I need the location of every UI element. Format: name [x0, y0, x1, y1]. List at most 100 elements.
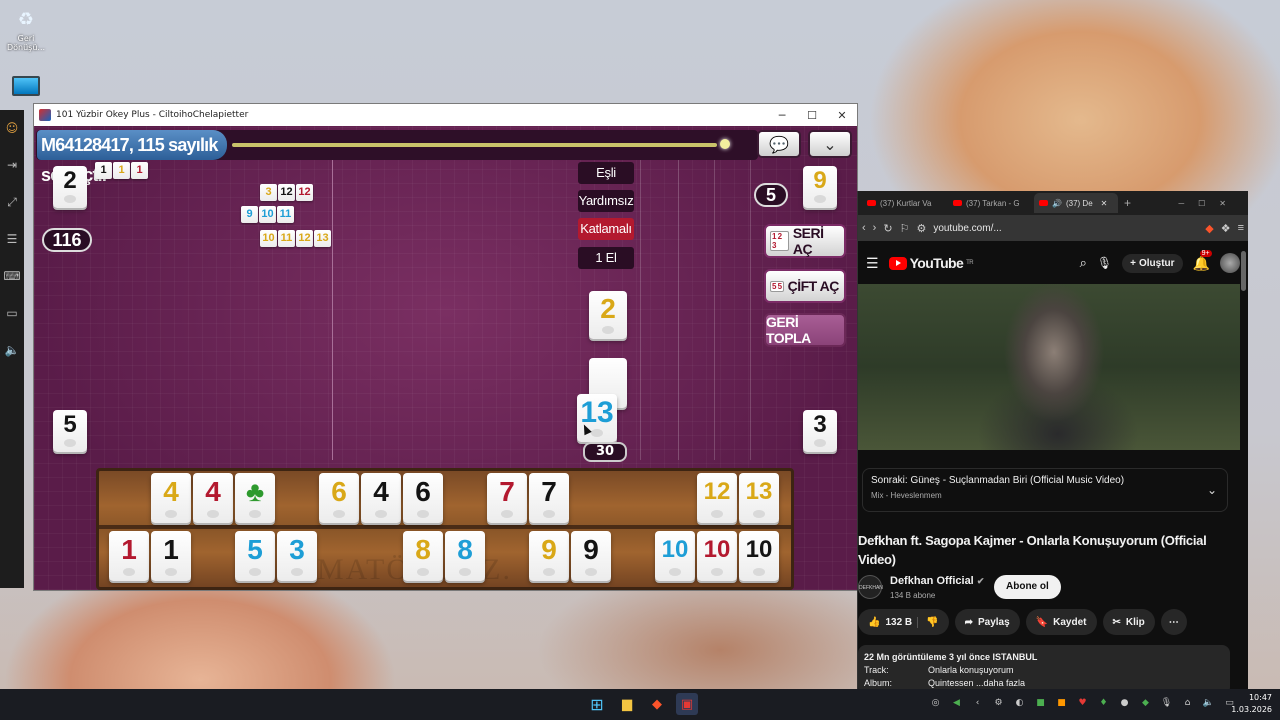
- rack-tile[interactable]: 4: [361, 473, 401, 523]
- rack-tile[interactable]: 5: [235, 531, 275, 581]
- chat-button[interactable]: 💬: [757, 130, 801, 158]
- close-tab-icon[interactable]: ✕: [1101, 199, 1108, 208]
- channel-avatar[interactable]: DEFKHAN: [858, 575, 883, 599]
- new-tab-button[interactable]: +: [1124, 196, 1131, 210]
- label-icon[interactable]: ▭: [4, 305, 20, 321]
- tray-app-icon[interactable]: ■: [1055, 697, 1068, 710]
- dragged-tile[interactable]: 13: [577, 394, 617, 442]
- brave-shield-icon[interactable]: ◆: [1205, 222, 1213, 235]
- bottom-right-discard-tile[interactable]: 3: [803, 410, 837, 452]
- search-icon[interactable]: ⌕: [1080, 255, 1087, 271]
- clip-button[interactable]: ✂ Klip: [1102, 609, 1155, 635]
- browser-window-controls[interactable]: ─☐✕: [1178, 199, 1240, 208]
- tray-app-icon[interactable]: ●: [1118, 697, 1131, 710]
- microphone-icon[interactable]: 🎙: [1097, 256, 1112, 270]
- menu-dropdown-button[interactable]: ⌄: [808, 130, 852, 158]
- file-explorer-icon[interactable]: ▆: [616, 693, 638, 715]
- save-button[interactable]: 🔖 Kaydet: [1025, 609, 1097, 635]
- rack-tile[interactable]: 8: [403, 531, 443, 581]
- bottom-left-discard-tile[interactable]: 5: [53, 410, 87, 452]
- url-field[interactable]: youtube.com/...: [933, 223, 1198, 234]
- avatar-icon[interactable]: ☺: [4, 120, 20, 136]
- tray-app-icon[interactable]: ◐: [1013, 697, 1026, 710]
- okey-game-taskbar-icon[interactable]: ▣: [676, 693, 698, 715]
- rack-tile[interactable]: 10: [655, 531, 695, 581]
- this-pc-shortcut[interactable]: [6, 76, 46, 96]
- take-back-button[interactable]: GERİ TOPLA: [764, 313, 846, 347]
- open-pairs-button[interactable]: 5 5 ÇİFT AÇ: [764, 269, 846, 303]
- tray-app-icon[interactable]: ♦: [1097, 697, 1110, 710]
- login-icon[interactable]: ⇥: [4, 157, 20, 173]
- rack-tile[interactable]: ♣: [235, 473, 275, 523]
- rack-tile[interactable]: 7: [529, 473, 569, 523]
- page-scrollbar[interactable]: [1241, 251, 1246, 291]
- rack-tile[interactable]: 10: [739, 531, 779, 581]
- hamburger-menu-icon[interactable]: ☰: [866, 255, 879, 272]
- rack-tile[interactable]: 10: [697, 531, 737, 581]
- rack-tile[interactable]: 1: [109, 531, 149, 581]
- create-button[interactable]: + Oluştur: [1122, 253, 1183, 273]
- up-next-card[interactable]: Sonraki: Güneş - Suçlanmadan Biri (Offic…: [862, 468, 1228, 512]
- tray-app-icon[interactable]: ‹: [971, 697, 984, 710]
- keyboard-icon[interactable]: ⌨: [3, 268, 20, 284]
- microphone-icon[interactable]: 🎙: [1160, 697, 1173, 710]
- browser-tab[interactable]: (37) Kurtlar Va: [862, 193, 946, 213]
- show-more-link[interactable]: Quintessen ...daha fazla: [928, 678, 1025, 688]
- rack-tile[interactable]: 8: [445, 531, 485, 581]
- brave-browser-icon[interactable]: ◆: [646, 693, 668, 715]
- system-clock[interactable]: 10:47 1.03.2026: [1231, 692, 1272, 716]
- tray-app-icon[interactable]: ◆: [1139, 697, 1152, 710]
- menu-icon[interactable]: ≡: [1238, 222, 1244, 234]
- description-box[interactable]: 22 Mn görüntüleme 3 yıl önce ISTANBUL Tr…: [858, 645, 1230, 689]
- close-button[interactable]: ✕: [827, 109, 857, 122]
- more-actions-button[interactable]: ⋯: [1160, 609, 1187, 635]
- volume-icon[interactable]: 🔈: [4, 342, 20, 358]
- bookmark-icon[interactable]: ⚐: [900, 222, 910, 235]
- tray-app-icon[interactable]: ⚙: [992, 697, 1005, 710]
- rack-tile[interactable]: 9: [529, 531, 569, 581]
- tray-app-icon[interactable]: ■: [1034, 697, 1047, 710]
- channel-name[interactable]: Defkhan Official ✔: [890, 575, 984, 587]
- maximize-button[interactable]: ☐: [797, 109, 827, 122]
- recycle-bin-shortcut[interactable]: ♻ Geri Dönüşü...: [6, 6, 46, 53]
- rack-tile[interactable]: 1: [151, 531, 191, 581]
- tray-app-icon[interactable]: ◀: [950, 697, 963, 710]
- share-button[interactable]: ➦ Paylaş: [954, 609, 1020, 635]
- chevron-down-icon[interactable]: ⌄: [1207, 483, 1217, 497]
- notifications-bell-icon[interactable]: 🔔 9+: [1193, 249, 1212, 272]
- open-series-button[interactable]: 1 2 3 SERİ AÇ: [764, 224, 846, 258]
- rack-tile[interactable]: 13: [739, 473, 779, 523]
- browser-tab-active[interactable]: 🔊 (37) De ✕: [1034, 193, 1118, 213]
- extensions-icon[interactable]: ❖: [1221, 222, 1231, 235]
- right-player-discard-tile[interactable]: 9: [803, 166, 837, 208]
- game-titlebar[interactable]: 101 Yüzbir Okey Plus - CiltoihoChelapiet…: [34, 104, 857, 126]
- account-avatar[interactable]: [1220, 253, 1240, 273]
- tray-app-icon[interactable]: ♥: [1076, 697, 1089, 710]
- settings-sliders-icon[interactable]: ☰: [4, 231, 20, 247]
- rack-tile[interactable]: 4: [193, 473, 233, 523]
- youtube-logo[interactable]: YouTube TR: [888, 255, 974, 271]
- back-icon[interactable]: ‹: [862, 222, 866, 234]
- tray-app-icon[interactable]: ◎: [929, 697, 942, 710]
- rack-tile[interactable]: 4: [151, 473, 191, 523]
- rack-tile[interactable]: 7: [487, 473, 527, 523]
- browser-tab[interactable]: (37) Tarkan - G: [948, 193, 1032, 213]
- subscribe-button[interactable]: Abone ol: [994, 575, 1061, 599]
- site-info-icon[interactable]: ⚙: [916, 222, 926, 235]
- rack-tile[interactable]: 3: [277, 531, 317, 581]
- like-button[interactable]: 👍 132 B 👎: [858, 609, 949, 635]
- video-player[interactable]: [858, 284, 1240, 450]
- volume-icon[interactable]: 🔈: [1202, 697, 1215, 710]
- rack-tile[interactable]: 6: [319, 473, 359, 523]
- reload-icon[interactable]: ↻: [883, 222, 892, 235]
- network-icon[interactable]: ⌂: [1181, 697, 1194, 710]
- expand-icon[interactable]: ⤢: [4, 194, 20, 210]
- thumbs-down-icon[interactable]: 👎: [917, 616, 939, 628]
- windows-start-icon[interactable]: ⊞: [586, 693, 608, 715]
- minimize-button[interactable]: ─: [767, 109, 797, 122]
- forward-icon[interactable]: ›: [873, 222, 877, 234]
- rack-tile[interactable]: 9: [571, 531, 611, 581]
- rack-tile[interactable]: 6: [403, 473, 443, 523]
- left-player-discard-tile[interactable]: 2: [53, 166, 87, 208]
- rack-tile[interactable]: 12: [697, 473, 737, 523]
